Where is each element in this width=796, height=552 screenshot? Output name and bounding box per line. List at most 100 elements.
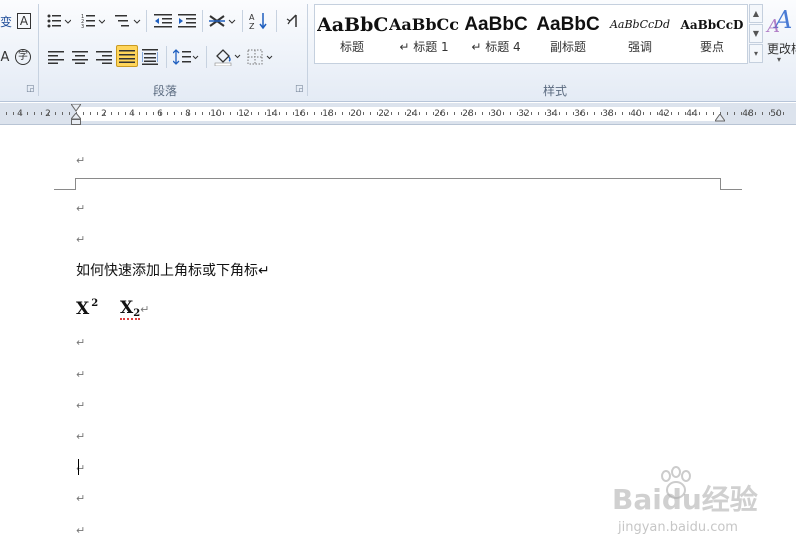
paragraph-mark-icon xyxy=(286,14,297,27)
ruler-tick xyxy=(258,112,259,115)
style-name: 副标题 xyxy=(549,40,586,54)
first-line-indent-marker-icon[interactable] xyxy=(71,104,81,112)
shading-button[interactable] xyxy=(212,46,242,68)
header-corner-right xyxy=(720,178,742,190)
style-heading-4[interactable]: AaBbC ↵ 标题 4 xyxy=(461,7,531,61)
horizontal-ruler[interactable]: 4224681012141618202224262830323436384042… xyxy=(0,103,796,125)
ruler-tick xyxy=(496,112,497,115)
style-name: 强调 xyxy=(627,40,652,54)
ruler-tick xyxy=(391,112,392,115)
paragraph-mark: ↵ xyxy=(76,399,86,412)
ruler-tick xyxy=(692,112,693,115)
ruler-tick xyxy=(671,112,672,115)
chinese-layout-button[interactable] xyxy=(207,10,237,32)
change-styles-icon: A A xyxy=(765,6,792,37)
ruler-tick xyxy=(286,112,287,115)
ruler-tick xyxy=(440,112,441,115)
paragraph-mark: ↵ xyxy=(76,524,86,537)
enclose-characters-button[interactable]: 字 xyxy=(13,46,33,68)
change-styles-dropdown-icon: ▾ xyxy=(777,55,782,64)
paint-bucket-icon xyxy=(214,49,241,66)
ruler-tick xyxy=(601,112,602,115)
distributed-button[interactable] xyxy=(140,46,160,68)
style-heading-1[interactable]: AaBbCc ↵ 标题 1 xyxy=(389,7,459,61)
change-styles-label: 更改样 xyxy=(767,42,796,56)
ruler-tick xyxy=(181,112,182,115)
align-center-button[interactable] xyxy=(70,46,90,68)
bullets-icon xyxy=(47,14,71,28)
ruler-tick xyxy=(20,112,21,115)
ruler-tick xyxy=(741,112,742,115)
borders-button[interactable] xyxy=(246,46,276,68)
ruler-tick xyxy=(398,112,399,115)
hanging-indent-marker-icon[interactable] xyxy=(71,113,81,125)
style-strong[interactable]: AaBbCcD 要点 xyxy=(677,7,747,61)
ruler-tick xyxy=(664,112,665,115)
ruler-tick xyxy=(69,112,70,115)
ruler-tick xyxy=(27,112,28,115)
style-subtitle[interactable]: AaBbC 副标题 xyxy=(533,7,603,61)
ruler-tick xyxy=(62,112,63,115)
paragraph-dialog-launcher-icon[interactable]: ◲ xyxy=(295,85,304,94)
ruler-tick xyxy=(6,112,7,115)
styles-gallery: AaBbC 标题 AaBbCc ↵ 标题 1 AaBbC ↵ 标题 4 AaBb… xyxy=(314,4,748,64)
ruler-tick xyxy=(335,112,336,115)
style-title[interactable]: AaBbC 标题 xyxy=(317,7,387,61)
font-group-separator xyxy=(38,4,39,96)
ruler-tick xyxy=(223,112,224,115)
phonetic-guide-button[interactable]: 变 xyxy=(0,10,12,32)
ruler-tick xyxy=(132,112,133,115)
ruler-tick xyxy=(363,112,364,115)
style-emphasis[interactable]: AaBbCcDd 强调 xyxy=(605,7,675,61)
ruler-tick xyxy=(202,112,203,115)
numbering-button[interactable]: 1 2 3 xyxy=(80,10,106,32)
ruler-tick xyxy=(160,112,161,115)
style-sample: AaBbC xyxy=(464,14,528,35)
font-dialog-launcher-icon[interactable]: ◲ xyxy=(26,85,35,94)
ruler-tick xyxy=(545,112,546,115)
subscript-spell-check: X2 xyxy=(120,298,141,320)
character-border-icon: A xyxy=(16,13,32,29)
sort-button[interactable]: A Z xyxy=(248,10,270,32)
character-border-button[interactable]: A xyxy=(15,10,33,32)
style-name: ↵ 标题 1 xyxy=(399,40,449,54)
ruler-tick xyxy=(776,112,777,115)
right-indent-marker-icon[interactable] xyxy=(715,114,725,122)
gallery-more-button[interactable]: ▾ xyxy=(749,44,763,63)
ruler-tick xyxy=(566,112,567,115)
ruler-tick xyxy=(412,112,413,115)
ruler-tick xyxy=(713,112,714,115)
ruler-tick xyxy=(762,112,763,115)
decrease-indent-button[interactable] xyxy=(152,10,174,32)
change-styles-button[interactable]: A A 更改样 ▾ xyxy=(765,0,796,64)
gallery-scroll-up-button[interactable]: ▲ xyxy=(749,4,763,23)
enclose-characters-icon: 字 xyxy=(15,49,31,65)
align-right-button[interactable] xyxy=(94,46,114,68)
show-hide-marks-button[interactable] xyxy=(282,10,302,32)
ruler-tick xyxy=(489,112,490,115)
ruler-tick xyxy=(328,112,329,115)
gallery-scroll-down-button[interactable]: ▼ xyxy=(749,24,763,43)
line-spacing-button[interactable] xyxy=(172,46,200,68)
increase-indent-button[interactable] xyxy=(176,10,198,32)
paragraph-mark: ↵ xyxy=(76,336,86,349)
ruler-tick xyxy=(356,112,357,115)
justify-button[interactable] xyxy=(116,45,138,67)
ruler-tick xyxy=(97,112,98,115)
paragraph-mark: ↵ xyxy=(76,154,86,167)
ruler-tick xyxy=(34,112,35,115)
ruler-tick xyxy=(153,112,154,115)
align-left-button[interactable] xyxy=(46,46,66,68)
ruler-tick xyxy=(650,112,651,115)
bullets-button[interactable] xyxy=(46,10,72,32)
multilevel-list-button[interactable] xyxy=(114,10,142,32)
sort-separator xyxy=(276,10,277,32)
ruler-tick xyxy=(678,112,679,115)
paragraph-group-label: 段落 xyxy=(152,84,177,98)
style-name: 要点 xyxy=(699,40,724,54)
baidu-jingyan-watermark: Baidu经验 jingyan.baidu.com xyxy=(612,460,792,550)
ruler-tick xyxy=(90,112,91,115)
ruler-tick xyxy=(748,112,749,115)
ruler-tick xyxy=(685,112,686,115)
font-a-button[interactable]: A xyxy=(0,46,10,68)
